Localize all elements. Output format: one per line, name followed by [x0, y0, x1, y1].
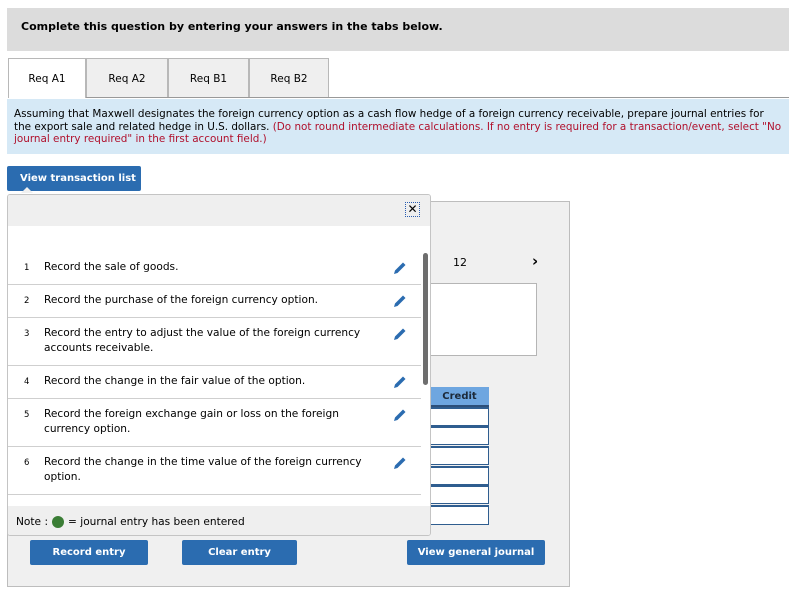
popup-pointer: [21, 187, 33, 193]
credit-input[interactable]: [430, 426, 489, 445]
transaction-text: Record the sale of goods.: [44, 261, 179, 273]
transaction-list-popup: ✕ 1 Record the sale of goods. 2 Record t…: [7, 194, 431, 536]
transaction-number: 5: [24, 410, 30, 420]
view-general-journal-button[interactable]: View general journal: [407, 540, 545, 565]
tab-req-a1[interactable]: Req A1: [8, 58, 86, 98]
record-entry-button[interactable]: Record entry: [30, 540, 148, 565]
credit-input[interactable]: [430, 505, 489, 525]
transaction-number: 4: [24, 377, 30, 387]
tab-req-a2[interactable]: Req A2: [86, 58, 168, 98]
tab-divider: [86, 97, 789, 98]
transaction-row[interactable]: 2 Record the purchase of the foreign cur…: [8, 285, 421, 318]
transaction-row[interactable]: 1 Record the sale of goods.: [8, 252, 421, 285]
note-text: = journal entry has been entered: [68, 516, 245, 528]
instructions-box: Assuming that Maxwell designates the for…: [7, 99, 789, 154]
page-number: 12: [453, 256, 467, 269]
credit-input[interactable]: [430, 407, 489, 426]
transaction-row[interactable]: 3 Record the entry to adjust the value o…: [8, 318, 421, 366]
tab-req-b2[interactable]: Req B2: [249, 58, 329, 98]
chevron-right-icon[interactable]: ›: [532, 252, 538, 270]
transaction-number: 1: [24, 263, 30, 273]
pencil-icon[interactable]: [392, 293, 408, 309]
instructions-header: Complete this question by entering your …: [7, 8, 789, 51]
transaction-row[interactable]: 4 Record the change in the fair value of…: [8, 366, 421, 399]
transaction-number: 6: [24, 458, 30, 468]
transaction-description-box: [430, 283, 537, 356]
legend-note: Note : = journal entry has been entered: [16, 516, 245, 528]
pencil-icon[interactable]: [392, 374, 408, 390]
note-prefix: Note :: [16, 516, 49, 528]
transaction-text: Record the purchase of the foreign curre…: [44, 294, 319, 306]
credit-input[interactable]: [430, 446, 489, 465]
transaction-text: Record the entry to adjust the value of …: [44, 327, 361, 354]
clear-entry-button[interactable]: Clear entry: [182, 540, 297, 565]
credit-input[interactable]: [430, 466, 489, 485]
pencil-icon[interactable]: [392, 407, 408, 423]
header-title: Complete this question by entering your …: [21, 20, 443, 33]
credit-input[interactable]: [430, 485, 489, 504]
pencil-icon[interactable]: [392, 326, 408, 342]
entered-indicator-icon: [52, 516, 65, 528]
tab-req-b1[interactable]: Req B1: [168, 58, 249, 98]
transaction-text: Record the foreign exchange gain or loss…: [44, 408, 339, 435]
transaction-number: 3: [24, 329, 30, 339]
pencil-icon[interactable]: [392, 260, 408, 276]
transaction-row[interactable]: 6 Record the change in the time value of…: [8, 447, 421, 495]
scrollbar[interactable]: [423, 253, 428, 385]
credit-column-header: Credit: [430, 387, 489, 407]
pencil-icon[interactable]: [392, 455, 408, 471]
close-icon[interactable]: ✕: [405, 202, 420, 217]
transaction-row[interactable]: 5 Record the foreign exchange gain or lo…: [8, 399, 421, 447]
transaction-text: Record the change in the fair value of t…: [44, 375, 306, 387]
transaction-text: Record the change in the time value of t…: [44, 456, 362, 483]
popup-header: [8, 195, 430, 226]
transaction-number: 2: [24, 296, 30, 306]
